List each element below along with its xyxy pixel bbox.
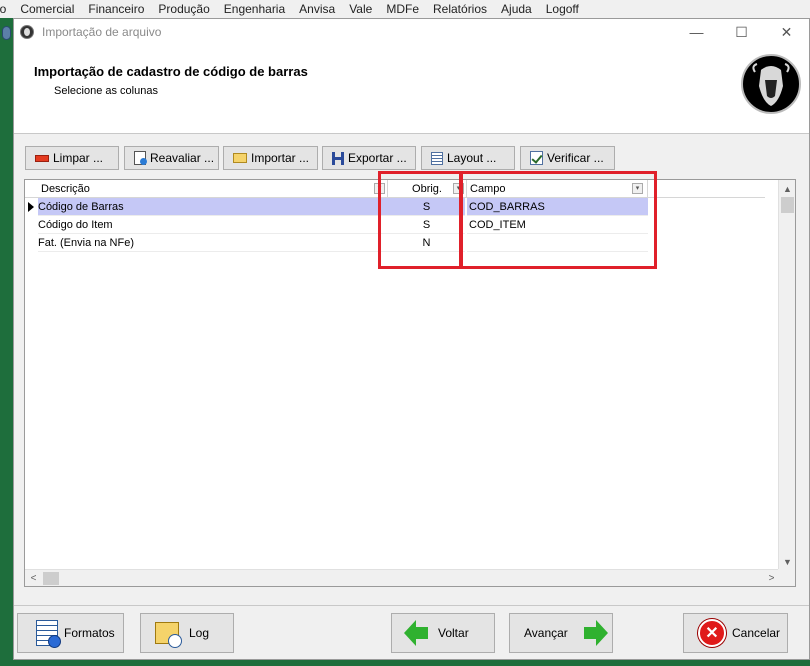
table-row[interactable]: Código do Item S COD_ITEM xyxy=(38,216,648,234)
horizontal-scroll-thumb[interactable] xyxy=(43,572,59,585)
scrollbar-corner xyxy=(778,569,795,586)
maximize-button[interactable]: ☐ xyxy=(719,19,764,45)
limpar-button[interactable]: Limpar ... xyxy=(25,146,119,170)
cell-descricao[interactable]: Fat. (Envia na NFe) xyxy=(38,234,388,252)
arrow-left-icon xyxy=(404,620,428,646)
cell-descricao[interactable]: Código de Barras xyxy=(38,198,388,216)
cancelar-label: Cancelar xyxy=(732,626,781,640)
wizard-title: Importação de cadastro de código de barr… xyxy=(34,64,308,79)
table-row[interactable]: Código de Barras S COD_BARRAS xyxy=(38,198,648,216)
voltar-button[interactable]: Voltar xyxy=(391,613,495,653)
export-icon xyxy=(332,151,344,165)
reevaluate-icon xyxy=(134,151,147,165)
column-header-descricao[interactable]: Descrição ▾ xyxy=(38,180,388,198)
menu-item-io[interactable]: io xyxy=(0,2,13,16)
vertical-scrollbar[interactable]: ▲ ▼ xyxy=(778,180,795,570)
column-header-descricao-label: Descrição xyxy=(41,183,90,195)
row-indicator-column xyxy=(25,198,38,252)
dialog-titlebar[interactable]: Importação de arquivo — ☐ ✕ xyxy=(14,19,809,45)
layout-button[interactable]: Layout ... xyxy=(421,146,515,170)
cell-obrig[interactable]: N xyxy=(388,234,465,252)
cell-obrig[interactable]: S xyxy=(388,198,465,216)
layout-icon xyxy=(431,151,443,165)
menu-item-anvisa[interactable]: Anvisa xyxy=(292,2,342,16)
importar-button[interactable]: Importar ... xyxy=(223,146,318,170)
avancar-button[interactable]: Avançar xyxy=(509,613,613,653)
menu-item-ajuda[interactable]: Ajuda xyxy=(494,2,539,16)
verificar-button[interactable]: Verificar ... xyxy=(520,146,615,170)
menu-item-mdfe[interactable]: MDFe xyxy=(379,2,426,16)
app-logo-icon xyxy=(20,25,34,39)
horizontal-scrollbar[interactable]: < > xyxy=(25,569,780,586)
sort-filter-icon[interactable]: ▾ xyxy=(632,183,643,194)
close-button[interactable]: ✕ xyxy=(764,19,809,45)
column-mapping-grid[interactable]: Descrição ▾ Obrig. ▾ Campo ▾ Código de B… xyxy=(24,179,796,587)
limpar-label: Limpar ... xyxy=(53,151,104,165)
scroll-up-icon[interactable]: ▲ xyxy=(779,180,795,197)
background-app-icon xyxy=(2,26,11,40)
filter-icon[interactable]: ▾ xyxy=(374,183,385,194)
formatos-button[interactable]: Formatos xyxy=(17,613,124,653)
viking-logo-icon xyxy=(745,58,797,110)
column-header-campo-label: Campo xyxy=(470,183,506,195)
app-menubar: io Comercial Financeiro Produção Engenha… xyxy=(0,0,810,18)
wizard-subtitle: Selecione as colunas xyxy=(54,85,158,97)
company-logo xyxy=(741,54,801,114)
cancelar-button[interactable]: ✕ Cancelar xyxy=(683,613,788,653)
menu-item-comercial[interactable]: Comercial xyxy=(13,2,81,16)
footer-divider xyxy=(14,605,809,606)
scroll-down-icon[interactable]: ▼ xyxy=(779,553,795,570)
background-app-edge xyxy=(0,18,13,666)
menu-item-producao[interactable]: Produção xyxy=(151,2,216,16)
layout-label: Layout ... xyxy=(447,151,497,165)
folder-open-icon xyxy=(233,153,247,163)
formatos-label: Formatos xyxy=(64,626,115,640)
arrow-right-icon xyxy=(583,620,608,646)
table-row[interactable]: Fat. (Envia na NFe) N xyxy=(38,234,648,252)
minimize-button[interactable]: — xyxy=(674,19,719,45)
eraser-icon xyxy=(35,154,49,162)
importar-label: Importar ... xyxy=(251,151,310,165)
cell-campo[interactable]: COD_ITEM xyxy=(467,216,648,234)
log-folder-icon xyxy=(155,622,182,648)
cell-descricao[interactable]: Código do Item xyxy=(38,216,388,234)
cell-campo[interactable]: COD_BARRAS xyxy=(467,198,648,216)
menu-item-logoff[interactable]: Logoff xyxy=(539,2,586,16)
column-header-obrig-label: Obrig. xyxy=(412,183,442,195)
scroll-left-icon[interactable]: < xyxy=(25,570,42,586)
check-document-icon xyxy=(530,151,543,165)
menu-item-financeiro[interactable]: Financeiro xyxy=(81,2,151,16)
voltar-label: Voltar xyxy=(438,626,469,640)
menu-item-relatorios[interactable]: Relatórios xyxy=(426,2,494,16)
verificar-label: Verificar ... xyxy=(547,151,604,165)
menu-item-vale[interactable]: Vale xyxy=(342,2,379,16)
import-dialog: Importação de arquivo — ☐ ✕ Importação d… xyxy=(13,18,810,660)
column-header-campo[interactable]: Campo ▾ xyxy=(467,180,648,198)
cell-campo[interactable] xyxy=(467,234,648,252)
formats-icon xyxy=(36,620,61,648)
background-app-bottom xyxy=(0,660,810,666)
current-row-indicator-icon xyxy=(28,202,34,212)
grid-header: Descrição ▾ Obrig. ▾ Campo ▾ xyxy=(25,180,765,198)
exportar-label: Exportar ... xyxy=(348,151,407,165)
menu-item-engenharia[interactable]: Engenharia xyxy=(217,2,292,16)
log-button[interactable]: Log xyxy=(140,613,234,653)
cell-obrig[interactable]: S xyxy=(388,216,465,234)
avancar-label: Avançar xyxy=(524,626,568,640)
reavaliar-label: Reavaliar ... xyxy=(150,151,215,165)
column-header-obrig[interactable]: Obrig. ▾ xyxy=(388,180,467,198)
log-label: Log xyxy=(189,626,210,640)
dialog-title: Importação de arquivo xyxy=(42,25,162,39)
reavaliar-button[interactable]: Reavaliar ... xyxy=(124,146,219,170)
wizard-header: Importação de cadastro de código de barr… xyxy=(14,45,809,134)
vertical-scroll-thumb[interactable] xyxy=(781,197,794,213)
cancel-icon: ✕ xyxy=(698,619,726,647)
exportar-button[interactable]: Exportar ... xyxy=(322,146,416,170)
filter-icon[interactable]: ▾ xyxy=(453,183,464,194)
